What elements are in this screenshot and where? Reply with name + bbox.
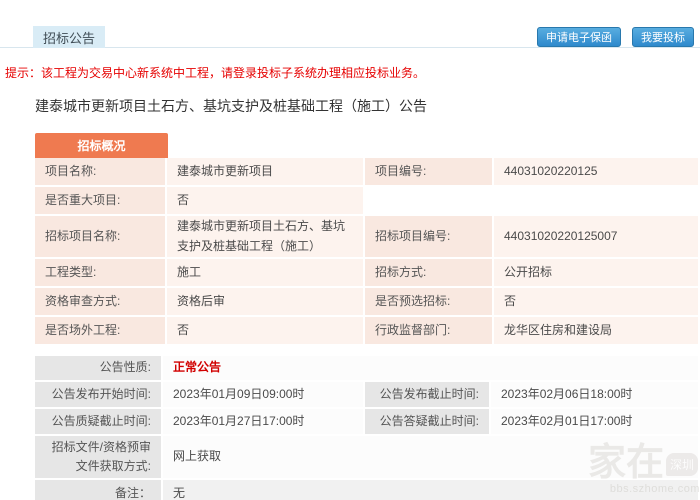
empty-cell — [494, 187, 698, 214]
field-label-doc-obtain: 招标文件/资格预审文件获取方式: — [35, 436, 161, 478]
tab-bid-overview-label: 招标概况 — [77, 137, 125, 154]
field-value-tender-project-no: 44031020220125007 — [494, 216, 698, 257]
field-value-tender-method: 公开招标 — [494, 259, 698, 286]
bid-announcement-page: 招标公告 申请电子保函 我要投标 提示：该工程为交易中心新系统中工程，请登录投标… — [0, 0, 700, 500]
field-value-query-deadline: 2023年01月27日17:00时 — [163, 409, 363, 434]
overview-table: 项目名称: 建泰城市更新项目 项目编号: 44031020220125 是否重大… — [35, 158, 698, 344]
field-value-project-name: 建泰城市更新项目 — [167, 158, 363, 185]
field-value-qualification-review: 资格后审 — [167, 288, 363, 315]
field-label-query-deadline: 公告质疑截止时间: — [35, 409, 161, 434]
field-label-project-name: 项目名称: — [35, 158, 165, 185]
apply-e-guarantee-label: 申请电子保函 — [546, 29, 612, 45]
field-value-doc-obtain: 网上获取 — [163, 436, 698, 478]
field-label-publish-start: 公告发布开始时间: — [35, 382, 161, 407]
field-label-project-type: 工程类型: — [35, 259, 165, 286]
field-value-announce-nature: 正常公告 — [163, 356, 698, 380]
field-label-tender-project-name: 招标项目名称: — [35, 216, 165, 257]
apply-e-guarantee-button[interactable]: 申请电子保函 — [537, 27, 621, 47]
field-label-remark: 备注： — [35, 480, 161, 500]
field-value-tender-project-name: 建泰城市更新项目土石方、基坑支护及桩基础工程（施工） — [167, 216, 363, 257]
bid-now-label: 我要投标 — [641, 29, 685, 45]
field-value-reply-deadline: 2023年02月01日17:00时 — [491, 409, 698, 434]
field-label-preselection: 是否预选招标: — [365, 288, 492, 315]
field-value-publish-end: 2023年02月06日18:00时 — [491, 382, 698, 407]
tab-label: 招标公告 — [43, 28, 95, 47]
field-label-tender-method: 招标方式: — [365, 259, 492, 286]
empty-cell — [365, 187, 492, 214]
field-label-announce-nature: 公告性质: — [35, 356, 161, 380]
page-title: 建泰城市更新项目土石方、基坑支护及桩基础工程（施工）公告 — [35, 96, 427, 116]
field-label-reply-deadline: 公告答疑截止时间: — [365, 409, 489, 434]
field-value-remark: 无 — [163, 480, 698, 500]
field-value-supervision-dept: 龙华区住房和建设局 — [494, 317, 698, 344]
field-label-project-no: 项目编号: — [365, 158, 492, 185]
field-value-major-project: 否 — [167, 187, 363, 214]
tab-bid-overview[interactable]: 招标概况 — [35, 133, 168, 158]
tab-bid-announcement[interactable]: 招标公告 — [33, 26, 105, 48]
field-value-preselection: 否 — [494, 288, 698, 315]
field-label-offsite-project: 是否场外工程: — [35, 317, 165, 344]
field-value-project-type: 施工 — [167, 259, 363, 286]
field-label-qualification-review: 资格审查方式: — [35, 288, 165, 315]
field-label-tender-project-no: 招标项目编号: — [365, 216, 492, 257]
field-value-publish-start: 2023年01月09日09:00时 — [163, 382, 363, 407]
announcement-table: 公告性质: 正常公告 公告发布开始时间: 2023年01月09日09:00时 公… — [35, 356, 698, 500]
field-value-offsite-project: 否 — [167, 317, 363, 344]
field-value-project-no: 44031020220125 — [494, 158, 698, 185]
field-label-supervision-dept: 行政监督部门: — [365, 317, 492, 344]
field-label-publish-end: 公告发布截止时间: — [365, 382, 489, 407]
field-label-major-project: 是否重大项目: — [35, 187, 165, 214]
bid-now-button[interactable]: 我要投标 — [632, 27, 694, 47]
system-hint-text: 提示：该工程为交易中心新系统中工程，请登录投标子系统办理相应投标业务。 — [5, 64, 425, 81]
